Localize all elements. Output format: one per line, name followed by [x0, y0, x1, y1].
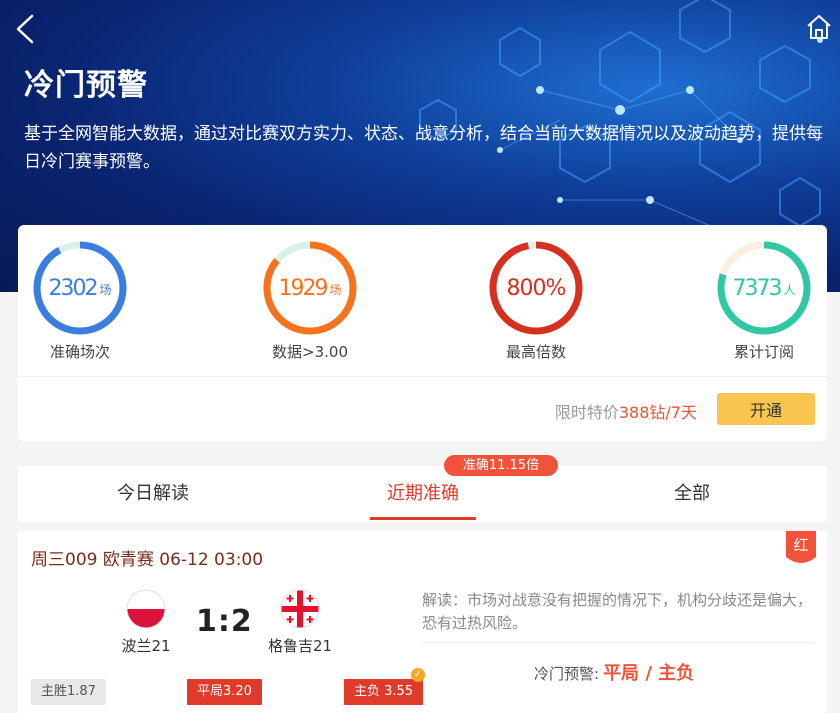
stats-card: 2302 场 准确场次 1929 场 数据>3.00 800% 最高倍数 737…: [18, 225, 827, 441]
stat-max-multiple: 800% 最高倍数: [466, 239, 606, 362]
match-analysis: 解读：市场对战意没有把握的情况下，机构分歧还是偏大，恐有过热风险。: [422, 591, 813, 632]
odds-home-win: 主胜1.87: [31, 679, 106, 705]
stat-number: 7373: [732, 275, 782, 301]
divider: [422, 642, 814, 643]
back-arrow-icon[interactable]: [12, 12, 40, 46]
progress-ring: 2302 场: [31, 239, 129, 337]
stat-label: 累计订阅: [733, 343, 794, 361]
away-team-name: 格鲁吉21: [267, 637, 333, 655]
stat-unit: 场: [99, 282, 112, 297]
price-value: 388钻/7天: [618, 403, 697, 422]
stat-unit: 场: [329, 282, 342, 297]
warning-result: 平局 / 主负: [603, 663, 695, 684]
stat-value: 1929 场: [261, 239, 359, 337]
match-card[interactable]: 周三009 欧青赛 06-12 03:00 红 波兰21 1:2 格鲁吉21 解…: [18, 531, 827, 713]
result-flag: 红: [786, 531, 816, 565]
stat-unit: 人: [783, 282, 796, 297]
stat-subscriptions: 7373 人 累计订阅: [694, 239, 834, 362]
home-team-name: 波兰21: [121, 637, 171, 655]
odds-draw: 平局3.20: [187, 679, 262, 705]
page-title: 冷门预警: [24, 68, 148, 103]
check-icon: ✓: [411, 668, 425, 682]
progress-ring: 1929 场: [261, 239, 359, 337]
stat-accurate-matches: 2302 场 准确场次: [10, 239, 150, 362]
page-description: 基于全网智能大数据，通过对比赛双方实力、状态、战意分析，结合当前大数据情况以及波…: [24, 124, 823, 172]
stat-number: 2302: [48, 275, 98, 301]
stat-label: 最高倍数: [505, 343, 566, 361]
stat-number: 800%: [506, 275, 567, 301]
odds-home-loss: 主负 3.55: [344, 679, 424, 705]
progress-ring: 7373 人: [715, 239, 813, 337]
stat-value: 2302 场: [31, 239, 129, 337]
stat-label: 数据>3.00: [272, 343, 348, 361]
price-prefix: 限时特价: [554, 403, 619, 422]
tab-today[interactable]: 今日解读: [18, 466, 288, 522]
poland-flag-icon: [126, 589, 166, 629]
away-team: 格鲁吉21: [260, 589, 340, 656]
match-info: 周三009 欧青赛 06-12 03:00: [31, 550, 264, 570]
tab-all[interactable]: 全部: [557, 466, 827, 522]
match-score: 1:2: [196, 604, 253, 639]
stat-number: 1929: [278, 275, 328, 301]
progress-ring: 800%: [487, 239, 585, 337]
tab-bar: 今日解读 近期准确 全部: [18, 466, 827, 522]
accuracy-badge: 准确11.15倍: [444, 455, 558, 476]
active-tab-indicator: [370, 517, 476, 520]
stat-value: 7373 人: [715, 239, 813, 337]
stat-odds-over-3: 1929 场 数据>3.00: [240, 239, 380, 362]
upset-warning: 冷门预警: 平局 / 主负: [534, 659, 694, 685]
flag-label: 红: [793, 536, 809, 554]
price-text: 限时特价388钻/7天: [555, 399, 697, 423]
subscribe-button[interactable]: 开通: [717, 393, 815, 425]
home-icon[interactable]: [804, 12, 834, 42]
stat-value: 800%: [487, 239, 585, 337]
home-team: 波兰21: [106, 589, 186, 656]
georgia-flag-icon: [280, 589, 320, 629]
warning-label: 冷门预警:: [534, 665, 600, 683]
stat-label: 准确场次: [49, 343, 110, 361]
divider: [18, 376, 827, 377]
